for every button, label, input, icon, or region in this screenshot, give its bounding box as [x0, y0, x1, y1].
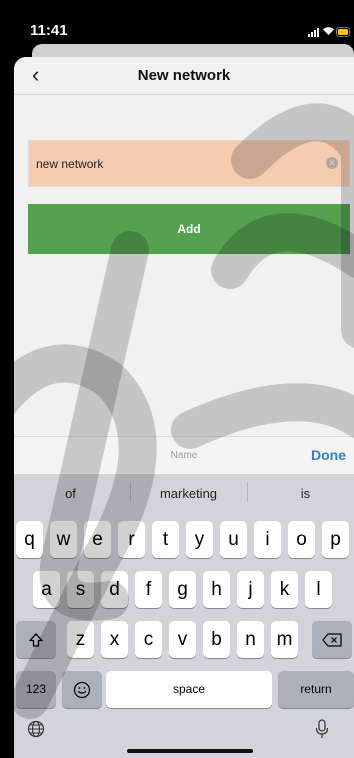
key-h[interactable]: h [203, 571, 230, 608]
key-f[interactable]: f [135, 571, 162, 608]
add-button[interactable]: Add [28, 204, 350, 254]
key-z[interactable]: z [67, 621, 94, 658]
network-name-input[interactable] [36, 141, 316, 186]
return-key[interactable]: return [278, 671, 354, 708]
emoji-key[interactable] [62, 671, 102, 708]
delete-key[interactable] [312, 621, 352, 658]
keyboard-accessory-bar: Name Done [14, 436, 354, 475]
page-title: New network [137, 67, 231, 84]
key-g[interactable]: g [169, 571, 196, 608]
keyboard: of marketing is q w e r t y u i o p a s … [14, 474, 354, 758]
key-i[interactable]: i [254, 521, 281, 558]
key-l[interactable]: l [305, 571, 332, 608]
key-j[interactable]: j [237, 571, 264, 608]
space-key[interactable]: space [106, 671, 272, 708]
phone-screen: 11:41 ‹ New network ✕ Add Name Done [0, 0, 354, 758]
key-x[interactable]: x [101, 621, 128, 658]
backspace-icon [322, 633, 342, 647]
key-p[interactable]: p [322, 521, 349, 558]
key-n[interactable]: n [237, 621, 264, 658]
key-r[interactable]: r [118, 521, 145, 558]
accessory-field-label: Name [170, 450, 198, 461]
network-name-field[interactable]: ✕ [28, 140, 350, 187]
globe-icon[interactable] [27, 720, 45, 738]
suggestion-divider [130, 482, 131, 502]
suggestion-2[interactable]: marketing [132, 486, 245, 501]
new-network-sheet: ‹ New network ✕ Add Name Done of marketi… [14, 57, 354, 758]
key-k[interactable]: k [271, 571, 298, 608]
shift-icon [29, 633, 43, 647]
key-q[interactable]: q [16, 521, 43, 558]
key-b[interactable]: b [203, 621, 230, 658]
key-w[interactable]: w [50, 521, 77, 558]
cellular-signal-icon [308, 28, 319, 37]
suggestion-divider [247, 482, 248, 502]
battery-icon [336, 27, 350, 37]
microphone-icon[interactable] [315, 719, 329, 739]
status-bar: 11:41 [0, 0, 354, 46]
numbers-key[interactable]: 123 [16, 671, 56, 708]
home-indicator [127, 749, 253, 753]
key-y[interactable]: y [186, 521, 213, 558]
key-u[interactable]: u [220, 521, 247, 558]
key-o[interactable]: o [288, 521, 315, 558]
status-time: 11:41 [30, 22, 68, 39]
key-m[interactable]: m [271, 621, 298, 658]
key-s[interactable]: s [67, 571, 94, 608]
key-v[interactable]: v [169, 621, 196, 658]
shift-key[interactable] [16, 621, 56, 658]
done-button[interactable]: Done [311, 447, 346, 463]
navigation-bar: ‹ New network [14, 57, 354, 95]
key-e[interactable]: e [84, 521, 111, 558]
key-c[interactable]: c [135, 621, 162, 658]
key-d[interactable]: d [101, 571, 128, 608]
suggestion-3[interactable]: is [249, 486, 354, 501]
key-a[interactable]: a [33, 571, 60, 608]
clear-text-icon[interactable]: ✕ [326, 157, 338, 169]
wifi-icon [323, 27, 334, 35]
emoji-icon [73, 681, 91, 698]
key-t[interactable]: t [152, 521, 179, 558]
suggestion-1[interactable]: of [14, 486, 127, 501]
